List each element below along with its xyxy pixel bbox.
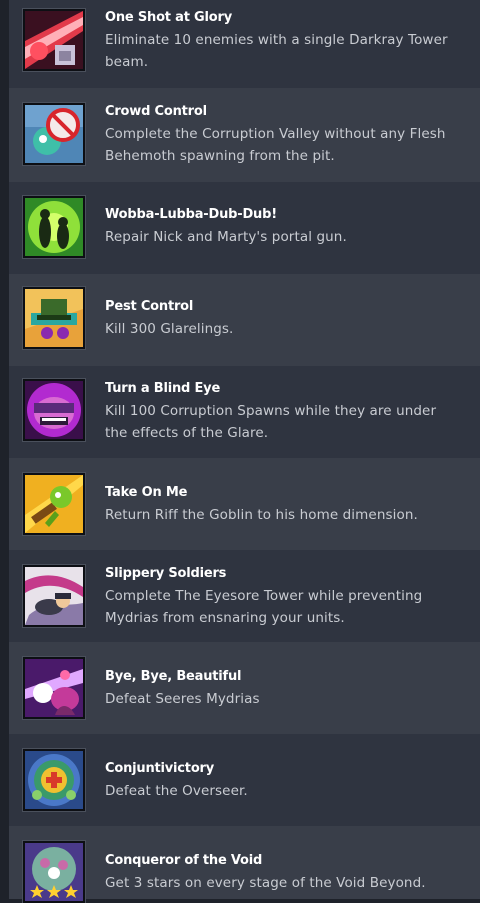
achievement-title: Wobba-Lubba-Dub-Dub!	[105, 207, 277, 222]
achievement-row: Conjuntivictory Defeat the Overseer.	[9, 734, 480, 826]
achievement-description: Defeat the Overseer.	[105, 783, 248, 799]
portal-silhouettes-icon	[23, 196, 85, 258]
pest-creature-icon	[23, 287, 85, 349]
achievement-title: Take On Me	[105, 485, 188, 500]
achievement-description: Eliminate 10 enemies with a single Darkr…	[105, 32, 448, 70]
achievement-row: Pest Control Kill 300 Glarelings.	[9, 274, 480, 366]
achievement-title: Crowd Control	[105, 104, 207, 119]
achievement-description: Defeat Seeres Mydrias	[105, 691, 260, 707]
achievement-row: Crowd Control Complete the Corruption Va…	[9, 88, 480, 182]
achievement-row: Wobba-Lubba-Dub-Dub! Repair Nick and Mar…	[9, 182, 480, 274]
achievement-row: Slippery Soldiers Complete The Eyesore T…	[9, 550, 480, 642]
achievement-description: Return Riff the Goblin to his home dimen…	[105, 507, 418, 523]
achievement-description: Kill 100 Corruption Spawns while they ar…	[105, 403, 437, 441]
achievement-description: Kill 300 Glarelings.	[105, 321, 234, 337]
achievement-title: Conjuntivictory	[105, 761, 215, 776]
achievement-row: Take On Me Return Riff the Goblin to his…	[9, 458, 480, 550]
red-laser-beam-icon	[23, 9, 85, 71]
no-monster-sign-icon	[23, 103, 85, 165]
achievement-title: Slippery Soldiers	[105, 566, 227, 581]
blindfolded-creature-icon	[23, 379, 85, 441]
achievement-description: Get 3 stars on every stage of the Void B…	[105, 875, 426, 891]
achievement-title: Bye, Bye, Beautiful	[105, 669, 242, 684]
goblin-guitar-icon	[23, 473, 85, 535]
achievement-row: Turn a Blind Eye Kill 100 Corruption Spa…	[9, 366, 480, 458]
achievement-title: One Shot at Glory	[105, 10, 232, 25]
achievement-row: One Shot at Glory Eliminate 10 enemies w…	[9, 0, 480, 88]
achievement-row: Bye, Bye, Beautiful Defeat Seeres Mydria…	[9, 642, 480, 734]
mydrias-defeat-icon	[23, 657, 85, 719]
tentacle-soldier-icon	[23, 565, 85, 627]
achievement-title: Conqueror of the Void	[105, 853, 263, 868]
achievement-description: Repair Nick and Marty's portal gun.	[105, 229, 347, 245]
achievement-list: One Shot at Glory Eliminate 10 enemies w…	[0, 0, 480, 903]
achievement-row: Conqueror of the Void Get 3 stars on eve…	[9, 826, 480, 903]
three-stars-monster-icon	[23, 841, 85, 903]
achievement-description: Complete the Corruption Valley without a…	[105, 126, 446, 164]
achievement-title: Turn a Blind Eye	[105, 381, 221, 396]
achievement-description: Complete The Eyesore Tower while prevent…	[105, 588, 423, 626]
overseer-eye-icon	[23, 749, 85, 811]
achievement-title: Pest Control	[105, 299, 194, 314]
